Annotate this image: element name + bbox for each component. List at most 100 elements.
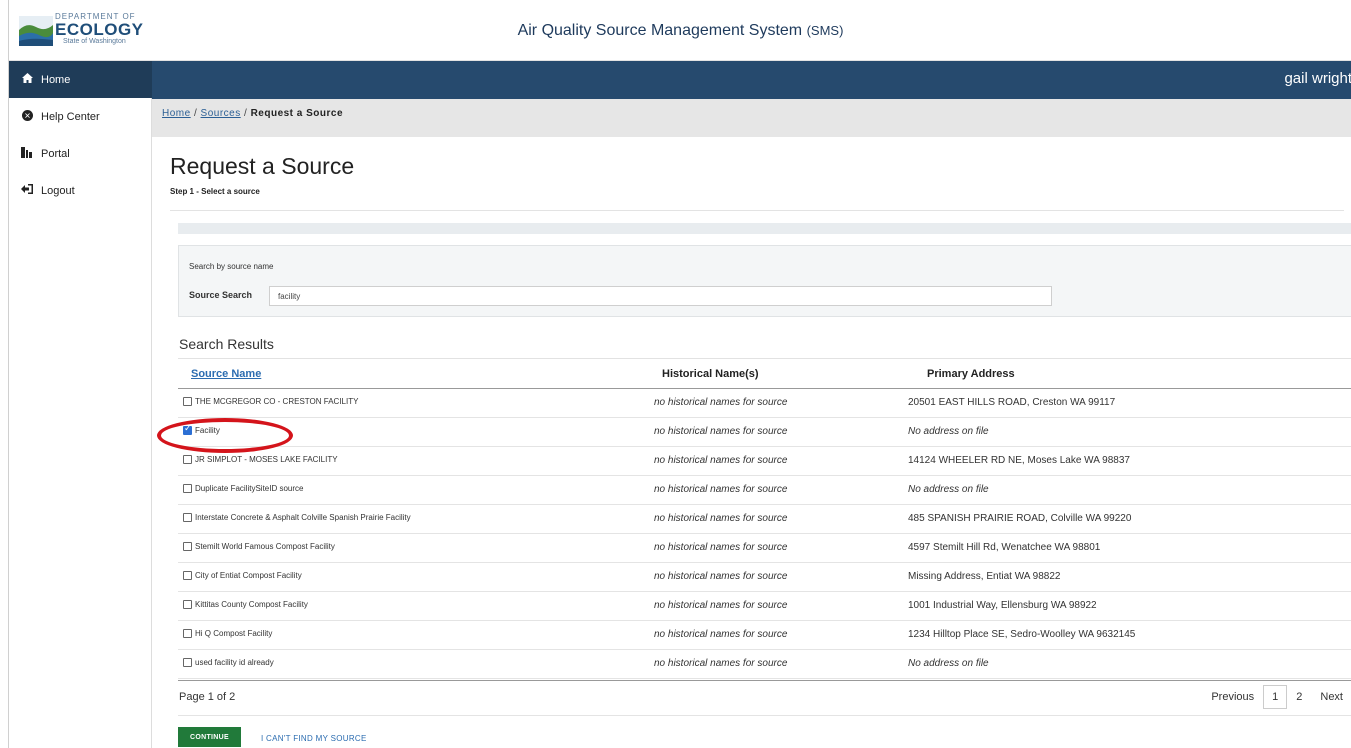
home-icon (19, 73, 35, 86)
main-content: Request a Source Step 1 - Select a sourc… (152, 137, 1351, 748)
pagination-next[interactable]: Next (1311, 691, 1351, 703)
breadcrumb-sources-link[interactable]: Sources (201, 108, 241, 119)
source-name: Duplicate FacilitySiteID source (195, 484, 304, 493)
breadcrumb-separator: / (193, 108, 198, 119)
source-checkbox[interactable] (183, 423, 192, 435)
source-name-cell: Interstate Concrete & Asphalt Colville S… (183, 513, 411, 522)
column-header-source-name[interactable]: Source Name (191, 368, 261, 380)
search-label: Source Search (189, 290, 253, 300)
source-name: JR SIMPLOT - MOSES LAKE FACILITY (195, 455, 338, 464)
source-checkbox[interactable] (183, 571, 192, 580)
pagination-page-2[interactable]: 2 (1287, 691, 1311, 703)
table-header: Source Name Historical Name(s) Primary A… (178, 358, 1351, 389)
user-name[interactable]: gail wright (1284, 70, 1351, 87)
source-name: Stemilt World Famous Compost Facility (195, 542, 335, 551)
page-info: Page 1 of 2 (179, 691, 236, 703)
primary-address-cell: 4597 Stemilt Hill Rd, Wenatchee WA 98801 (908, 542, 1101, 553)
source-name: Facility (195, 426, 220, 435)
source-name: Hi Q Compost Facility (195, 629, 273, 638)
divider (178, 715, 1351, 716)
source-name: used facility id already (195, 658, 274, 667)
source-name: Interstate Concrete & Asphalt Colville S… (195, 513, 411, 522)
app-frame: DEPARTMENT OF ECOLOGY State of Washingto… (8, 0, 1351, 748)
pagination: Previous 1 2 Next (1202, 684, 1351, 710)
breadcrumb: Home / Sources / Request a Source (162, 108, 343, 119)
source-name: City of Entiat Compost Facility (195, 571, 302, 580)
sidebar-item-label: Portal (41, 147, 70, 160)
source-checkbox[interactable] (183, 455, 192, 464)
help-icon: ✕ (19, 109, 35, 124)
breadcrumb-bar: Home / Sources / Request a Source (152, 99, 1351, 137)
source-checkbox[interactable] (183, 658, 192, 667)
historical-names-cell: no historical names for source (654, 513, 788, 524)
source-name-cell: City of Entiat Compost Facility (183, 571, 302, 580)
historical-names-cell: no historical names for source (654, 600, 788, 611)
primary-address-cell: No address on file (908, 658, 989, 669)
divider (178, 680, 1351, 681)
table-row[interactable]: used facility id already no historical na… (178, 650, 1351, 679)
table-row[interactable]: Duplicate FacilitySiteID source no histor… (178, 476, 1351, 505)
breadcrumb-separator: / (244, 108, 248, 119)
source-checkbox[interactable] (183, 600, 192, 609)
table-row[interactable]: Kittitas County Compost Facility no histo… (178, 592, 1351, 621)
source-search-input[interactable] (269, 286, 1052, 306)
historical-names-cell: no historical names for source (654, 629, 788, 640)
app-title-text: Air Quality Source Management System (517, 22, 803, 39)
historical-names-cell: no historical names for source (654, 426, 788, 437)
source-checkbox[interactable] (183, 542, 192, 551)
source-name: THE MCGREGOR CO - CRESTON FACILITY (195, 397, 359, 406)
cant-find-source-link[interactable]: I CAN'T FIND MY SOURCE (261, 734, 367, 743)
top-header: DEPARTMENT OF ECOLOGY State of Washingto… (9, 0, 1351, 61)
primary-address-cell: Missing Address, Entiat WA 98822 (908, 571, 1061, 582)
pagination-previous[interactable]: Previous (1202, 691, 1263, 703)
portal-icon (19, 146, 35, 161)
sidebar-item-label: Help Center (41, 110, 100, 123)
breadcrumb-current: Request a Source (250, 108, 344, 119)
progress-strip (178, 223, 1351, 234)
source-checkbox[interactable] (183, 397, 192, 406)
sidebar-item-help-center[interactable]: ✕ Help Center (9, 98, 152, 135)
source-name-cell: Facility (183, 423, 220, 435)
source-name-cell: JR SIMPLOT - MOSES LAKE FACILITY (183, 455, 338, 464)
table-row[interactable]: THE MCGREGOR CO - CRESTON FACILITY no his… (178, 389, 1351, 418)
app-title: Air Quality Source Management System (SM… (9, 22, 1351, 40)
source-name-cell: THE MCGREGOR CO - CRESTON FACILITY (183, 397, 358, 406)
table-row[interactable]: Interstate Concrete & Asphalt Colville S… (178, 505, 1351, 534)
historical-names-cell: no historical names for source (654, 658, 788, 669)
primary-address-cell: No address on file (908, 426, 989, 437)
sidebar-item-logout[interactable]: Logout (9, 172, 152, 209)
table-row[interactable]: Hi Q Compost Facility no historical names… (178, 621, 1351, 650)
table-row[interactable]: City of Entiat Compost Facility no histor… (178, 563, 1351, 592)
logout-icon (19, 184, 35, 197)
source-name-cell: Kittitas County Compost Facility (183, 600, 308, 609)
table-row[interactable]: JR SIMPLOT - MOSES LAKE FACILITY no histo… (178, 447, 1351, 476)
primary-address-cell: 485 SPANISH PRAIRIE ROAD, Colville WA 99… (908, 513, 1132, 524)
results-title: Search Results (179, 336, 274, 352)
source-name-cell: Stemilt World Famous Compost Facility (183, 542, 335, 551)
sidebar-item-label: Logout (41, 184, 75, 197)
results-table: Source Name Historical Name(s) Primary A… (178, 358, 1351, 679)
historical-names-cell: no historical names for source (654, 397, 788, 408)
app-title-abbr: (SMS) (806, 23, 844, 38)
source-checkbox[interactable] (183, 629, 192, 638)
source-checkbox[interactable] (183, 484, 192, 493)
sidebar-item-label: Home (41, 73, 71, 86)
sidebar-item-portal[interactable]: Portal (9, 135, 152, 172)
step-indicator: Step 1 - Select a source (170, 187, 260, 196)
primary-address-cell: 1234 Hilltop Place SE, Sedro-Woolley WA … (908, 629, 1136, 640)
source-name-cell: Duplicate FacilitySiteID source (183, 484, 303, 493)
breadcrumb-home-link[interactable]: Home (162, 108, 191, 119)
pagination-page-1[interactable]: 1 (1263, 685, 1288, 709)
sidebar: Home ✕ Help Center Portal Logout (9, 61, 152, 748)
historical-names-cell: no historical names for source (654, 571, 788, 582)
primary-address-cell: 14124 WHEELER RD NE, Moses Lake WA 98837 (908, 455, 1130, 466)
continue-button[interactable]: CONTINUE (178, 727, 241, 747)
source-checkbox[interactable] (183, 513, 192, 522)
table-row[interactable]: Stemilt World Famous Compost Facility no … (178, 534, 1351, 563)
source-name-cell: Hi Q Compost Facility (183, 629, 272, 638)
sidebar-item-home[interactable]: Home (9, 61, 152, 98)
table-row[interactable]: Facility no historical names for source No… (178, 418, 1351, 447)
table-body: THE MCGREGOR CO - CRESTON FACILITY no his… (178, 389, 1351, 679)
primary-address-cell: No address on file (908, 484, 989, 495)
top-nav-band: gail wright (152, 61, 1351, 99)
